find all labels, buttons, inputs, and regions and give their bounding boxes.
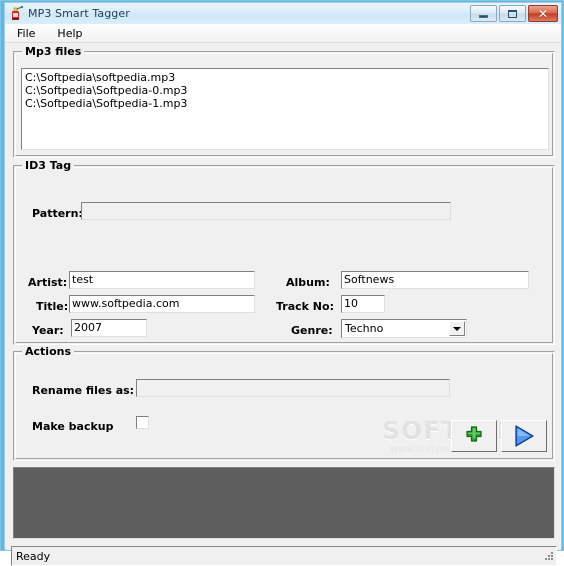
make-backup-checkbox[interactable] [136,416,149,429]
title-bar[interactable]: MP3 Smart Tagger ✕ [5,3,561,25]
make-backup-label: Make backup [32,420,114,433]
app-icon [8,5,24,22]
rename-files-input[interactable] [136,379,450,397]
status-text: Ready [16,549,51,563]
genre-selected-value: Techno [345,322,384,335]
artist-input[interactable]: test [69,271,255,289]
green-plus-icon [466,426,482,442]
genre-label: Genre: [291,324,333,337]
chevron-down-icon [453,326,461,331]
minimize-icon [479,14,488,18]
actions-group-label: Actions [22,345,74,358]
menu-item-file[interactable]: File [13,25,45,42]
title-input[interactable]: www.softpedia.com [69,295,255,313]
resize-grip[interactable] [542,551,554,563]
genre-dropdown-button[interactable] [449,321,465,336]
year-input[interactable]: 2007 [71,319,147,337]
run-button[interactable] [501,420,547,452]
mp3-files-group-label: Mp3 files [22,45,85,58]
pattern-input[interactable] [81,202,451,220]
mp3-files-group: Mp3 files C:\Softpedia\softpedia.mp3 C:\… [13,45,555,158]
app-window: MP3 Smart Tagger ✕ File Help Mp3 files C… [0,0,564,566]
track-no-input[interactable]: 10 [341,295,385,313]
maximize-button[interactable] [499,5,526,22]
close-button[interactable]: ✕ [528,5,558,22]
window-controls: ✕ [470,5,558,22]
album-label: Album: [286,276,330,289]
window-frame-inner: MP3 Smart Tagger ✕ File Help Mp3 files C… [4,2,562,566]
minimize-button[interactable] [470,5,497,22]
pattern-label: Pattern: [32,207,83,220]
id3-tag-group-label: ID3 Tag [22,159,75,172]
track-no-label: Track No: [276,300,334,313]
mp3-files-listbox[interactable]: C:\Softpedia\softpedia.mp3 C:\Softpedia\… [21,68,549,150]
id3-tag-group: ID3 Tag Pattern: Artist: test Title: www… [13,159,555,345]
maximize-icon [508,9,517,18]
genre-select[interactable]: Techno [341,319,467,338]
menu-item-help[interactable]: Help [53,25,92,42]
rename-files-label: Rename files as: [32,384,135,397]
album-input[interactable]: Softnews [341,271,529,289]
close-icon: ✕ [537,6,549,21]
window-title: MP3 Smart Tagger [28,7,130,20]
log-panel[interactable] [13,467,555,539]
list-item[interactable]: C:\Softpedia\Softpedia-0.mp3 [25,84,545,97]
status-bar: Ready [11,546,557,566]
year-label: Year: [32,324,64,337]
artist-label: Artist: [28,276,68,289]
list-item[interactable]: C:\Softpedia\Softpedia-1.mp3 [25,97,545,110]
add-files-button[interactable] [451,420,497,452]
blue-play-icon [515,425,534,447]
client-area: Mp3 files C:\Softpedia\softpedia.mp3 C:\… [5,43,561,566]
title-label: Title: [36,300,69,313]
menu-bar: File Help [5,24,561,43]
actions-group: Actions Rename files as: Make backup SOF… [13,345,555,461]
list-item[interactable]: C:\Softpedia\softpedia.mp3 [25,71,545,84]
